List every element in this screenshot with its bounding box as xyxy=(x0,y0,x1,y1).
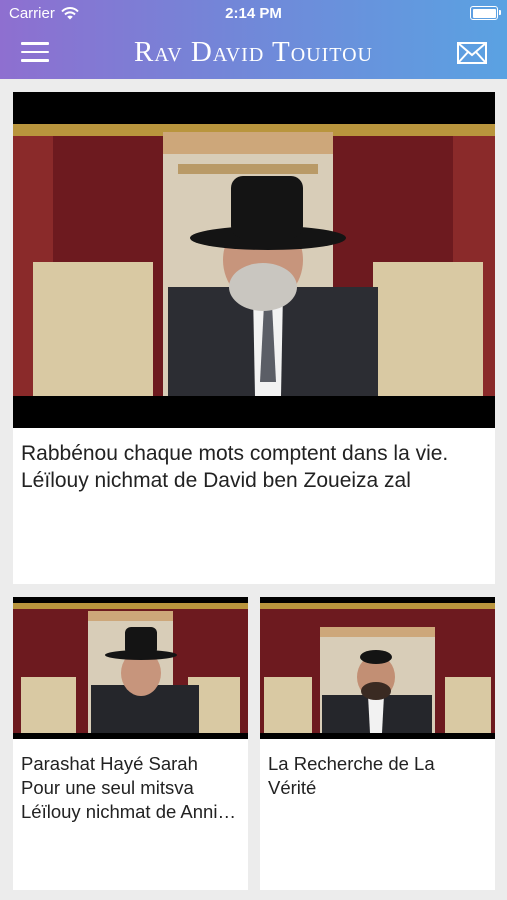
video-card-featured[interactable]: Rabbénou chaque mots comptent dans la vi… xyxy=(13,92,495,584)
video-card[interactable]: Parashat Hayé Sarah Pour une seul mitsva… xyxy=(13,597,248,890)
video-thumbnail[interactable] xyxy=(13,597,248,739)
video-thumbnail[interactable] xyxy=(13,92,495,428)
app-header: Carrier 2:14 PM Rav David Touitou xyxy=(0,0,507,79)
envelope-icon[interactable] xyxy=(457,42,487,64)
video-card[interactable]: La Recherche de La Vérité xyxy=(260,597,495,890)
video-thumbnail[interactable] xyxy=(260,597,495,739)
page-title: Rav David Touitou xyxy=(134,36,373,68)
status-time: 2:14 PM xyxy=(225,5,282,22)
video-title: La Recherche de La Vérité xyxy=(268,753,435,798)
video-title: Parashat Hayé Sarah Pour une seul mitsva… xyxy=(21,753,228,822)
battery-icon xyxy=(470,6,501,20)
status-bar: Carrier 2:14 PM xyxy=(0,0,507,28)
video-title: Rabbénou chaque mots comptent dans la vi… xyxy=(21,442,449,493)
nav-bar: Rav David Touitou xyxy=(0,28,507,79)
